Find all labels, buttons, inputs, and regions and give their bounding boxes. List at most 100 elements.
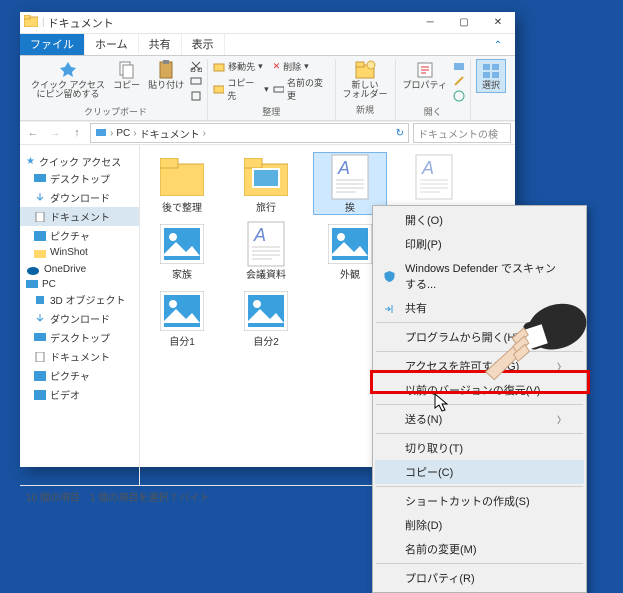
- svg-text:A: A: [253, 225, 266, 245]
- search-placeholder: ドキュメントの検: [418, 126, 498, 141]
- file-item[interactable]: 自分2: [230, 287, 302, 348]
- sidebar-quickaccess[interactable]: ★クイック アクセス: [20, 154, 139, 169]
- crumb-pc[interactable]: PC: [116, 128, 130, 139]
- download-icon: [34, 314, 46, 324]
- sidebar-onedrive[interactable]: OneDrive: [20, 264, 139, 275]
- sidebar-downloads2[interactable]: ダウンロード: [20, 309, 139, 328]
- crumb-documents[interactable]: ドキュメント: [140, 126, 200, 141]
- ctx-rename[interactable]: 名前の変更(M): [375, 537, 584, 561]
- maximize-button[interactable]: ▢: [447, 12, 481, 34]
- refresh-icon[interactable]: ↻: [396, 128, 404, 139]
- file-item[interactable]: 家族: [146, 220, 218, 281]
- rename-button[interactable]: 名前の変更: [273, 75, 330, 103]
- video-icon: [34, 390, 46, 400]
- ctx-properties[interactable]: プロパティ(R): [375, 566, 584, 590]
- newfolder-icon: [354, 60, 376, 80]
- ribbon-collapse-button[interactable]: ⌃: [481, 34, 515, 56]
- chevron-right-icon: 〉: [557, 413, 566, 426]
- up-button[interactable]: ↑: [68, 124, 86, 142]
- sidebar-documents2[interactable]: ドキュメント: [20, 347, 139, 366]
- desktop-icon: [34, 174, 46, 184]
- textfile-thumb: A: [242, 220, 290, 268]
- ctx-share[interactable]: 共有: [375, 296, 584, 320]
- file-item[interactable]: A 会議資料: [230, 220, 302, 281]
- pin-icon: [58, 60, 78, 80]
- sidebar-desktop[interactable]: デスクトップ: [20, 169, 139, 188]
- pasteshortcut-mini-button[interactable]: [190, 89, 202, 103]
- copyto-button[interactable]: コピー先 ▾: [213, 75, 269, 103]
- sidebar-pictures2[interactable]: ピクチャ: [20, 366, 139, 385]
- sidebar-pictures[interactable]: ピクチャ: [20, 226, 139, 245]
- textfile-thumb: A: [326, 153, 374, 201]
- copyto-icon: [213, 83, 224, 95]
- status-count: 10 個の項目: [26, 489, 80, 504]
- doc-icon: [34, 212, 46, 222]
- ribbon: クイック アクセス にピン留めする コピー 貼り付け クリップボード: [20, 56, 515, 121]
- pin-quickaccess-button[interactable]: クイック アクセス にピン留めする: [29, 59, 107, 103]
- close-button[interactable]: ✕: [481, 12, 515, 34]
- image-thumb: [242, 287, 290, 335]
- ctx-openwith[interactable]: プログラムから開く(H)...: [375, 325, 584, 349]
- newfolder-button[interactable]: 新しい フォルダー: [341, 59, 390, 101]
- properties-button[interactable]: プロパティ: [401, 59, 449, 103]
- moveto-icon: [213, 61, 225, 73]
- back-button[interactable]: ←: [24, 124, 42, 142]
- folder-small-icon: [34, 248, 46, 258]
- breadcrumb[interactable]: › PC › ドキュメント › ↻: [90, 123, 409, 143]
- search-input[interactable]: ドキュメントの検: [413, 123, 511, 143]
- file-item[interactable]: 自分1: [146, 287, 218, 348]
- minimize-button[interactable]: ─: [413, 12, 447, 34]
- onedrive-icon: [26, 265, 40, 275]
- ctx-access[interactable]: アクセスを許可する(G)〉: [375, 354, 584, 378]
- sidebar-3dobjects[interactable]: 3D オブジェクト: [20, 290, 139, 309]
- ctx-delete[interactable]: 削除(D): [375, 513, 584, 537]
- ctx-copy[interactable]: コピー(C): [375, 460, 584, 484]
- image-thumb: [158, 220, 206, 268]
- sidebar-winshot[interactable]: WinShot: [20, 245, 139, 260]
- select-button[interactable]: 選択: [476, 59, 506, 93]
- sidebar-desktop2[interactable]: デスクトップ: [20, 328, 139, 347]
- copy-button[interactable]: コピー: [111, 59, 142, 103]
- shield-icon: [381, 268, 397, 284]
- sidebar-videos[interactable]: ビデオ: [20, 385, 139, 404]
- forward-button[interactable]: →: [46, 124, 64, 142]
- edit-mini[interactable]: [453, 74, 465, 88]
- tab-file[interactable]: ファイル: [20, 34, 85, 55]
- pictures-icon: [34, 371, 46, 381]
- ctx-defender[interactable]: Windows Defender でスキャンする...: [375, 256, 584, 296]
- sidebar-documents[interactable]: ドキュメント: [20, 207, 139, 226]
- folder-thumb: [242, 153, 290, 201]
- new-group-label: 新規: [356, 103, 374, 116]
- sidebar-downloads[interactable]: ダウンロード: [20, 188, 139, 207]
- chevron-right-icon: 〉: [557, 360, 566, 373]
- paste-icon: [156, 60, 176, 80]
- ctx-separator: [376, 563, 583, 564]
- tab-view[interactable]: 表示: [182, 34, 225, 55]
- svg-text:A: A: [421, 158, 434, 178]
- ctx-shortcut[interactable]: ショートカットの作成(S): [375, 489, 584, 513]
- ctx-cut[interactable]: 切り取り(T): [375, 436, 584, 460]
- select-icon: [481, 62, 501, 80]
- open-mini[interactable]: [453, 59, 465, 73]
- sidebar-pc[interactable]: PC: [20, 279, 139, 290]
- copypath-mini-button[interactable]: [190, 74, 202, 88]
- paste-button[interactable]: 貼り付け: [146, 59, 186, 103]
- ctx-print[interactable]: 印刷(P): [375, 232, 584, 256]
- cut-mini-button[interactable]: [190, 59, 202, 73]
- file-item[interactable]: 旅行: [230, 153, 302, 214]
- ctx-open[interactable]: 開く(O): [375, 208, 584, 232]
- newfolder-label: 新しい フォルダー: [343, 81, 388, 100]
- file-item[interactable]: 後で整理: [146, 153, 218, 214]
- history-mini[interactable]: [453, 89, 465, 103]
- image-thumb: [326, 220, 374, 268]
- scissors-icon: [190, 60, 202, 72]
- textfile-thumb: A: [410, 153, 458, 201]
- ctx-restore[interactable]: 以前のバージョンの復元(V): [375, 378, 584, 402]
- tab-home[interactable]: ホーム: [85, 34, 139, 55]
- tab-share[interactable]: 共有: [139, 34, 182, 55]
- link-icon: [190, 90, 202, 102]
- organize-group-label: 整理: [262, 105, 280, 118]
- ctx-send[interactable]: 送る(N)〉: [375, 407, 584, 431]
- delete-button[interactable]: ✕ 削除 ▾: [273, 59, 330, 74]
- moveto-button[interactable]: 移動先 ▾: [213, 59, 269, 74]
